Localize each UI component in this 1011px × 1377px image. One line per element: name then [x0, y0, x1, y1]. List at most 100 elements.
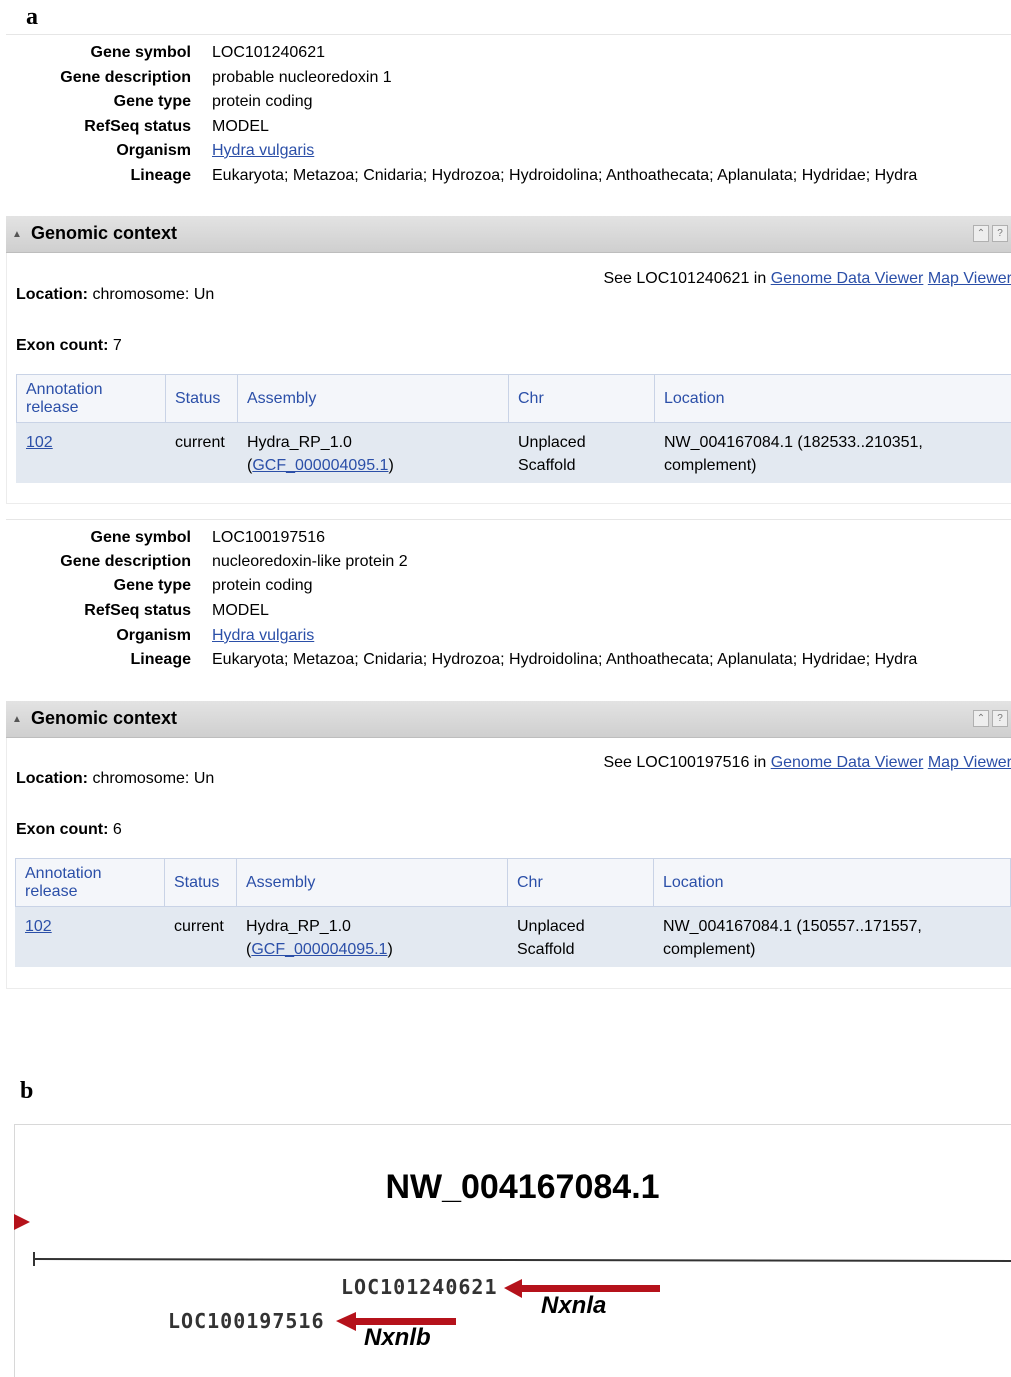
location-line: Location: chromosome: Un [16, 770, 214, 788]
summary-row-gene-symbol: Gene symbol LOC100197516 [6, 526, 1006, 550]
chr-line-1: Unplaced [517, 915, 644, 938]
genome-data-viewer-link[interactable]: Genome Data Viewer [771, 754, 924, 771]
value-gene-type: protein coding [212, 574, 313, 598]
summary-row-gene-type: Gene type protein coding [6, 90, 1006, 114]
assembly-name: Hydra_RP_1.0 [246, 915, 498, 938]
table-row: 102 current Hydra_RP_1.0 (GCF_000004095.… [16, 907, 1011, 968]
col-chr[interactable]: Chr [508, 859, 654, 907]
panel-label-a: a [26, 4, 38, 31]
col-annotation-release[interactable]: Annotation release [16, 859, 165, 907]
double-chevron-up-icon[interactable]: ⌃ [973, 710, 989, 727]
label-gene-description: Gene description [60, 550, 191, 574]
exon-count-line: Exon count: 6 [16, 821, 122, 839]
organism-link[interactable]: Hydra vulgaris [212, 624, 314, 648]
exon-count-label: Exon count: [16, 821, 108, 838]
assembly-accession-link[interactable]: GCF_000004095.1 [251, 941, 387, 958]
label-gene-symbol: Gene symbol [91, 41, 191, 65]
see-in-viewers: See LOC100197516 in Genome Data Viewer M… [603, 754, 1011, 772]
summary-row-organism: Organism Hydra vulgaris [6, 624, 1006, 648]
triangle-up-icon[interactable]: ▲ [12, 714, 22, 725]
gene-summary-block-2: Gene symbol LOC100197516 Gene descriptio… [6, 519, 1011, 990]
col-location[interactable]: Location [655, 375, 1011, 423]
double-chevron-up-icon[interactable]: ⌃ [973, 225, 989, 242]
col-location[interactable]: Location [654, 859, 1011, 907]
cell-release: 102 [16, 907, 165, 968]
locus-label-b: LOC100197516 [168, 1309, 325, 1333]
gene-summary-block-1: Gene symbol LOC101240621 Gene descriptio… [6, 34, 1011, 505]
label-organism: Organism [116, 624, 191, 648]
location-line-2: complement) [663, 938, 1002, 961]
genomic-context-header[interactable]: ▲ Genomic context ⌃ ? [6, 216, 1011, 253]
value-gene-description: probable nucleoredoxin 1 [212, 66, 392, 90]
organism-link[interactable]: Hydra vulgaris [212, 139, 314, 163]
assembly-accession: (GCF_000004095.1) [247, 454, 499, 477]
cell-assembly: Hydra_RP_1.0 (GCF_000004095.1) [237, 907, 508, 968]
exon-count-label: Exon count: [16, 337, 108, 354]
value-gene-symbol: LOC101240621 [212, 41, 325, 65]
cell-status: current [165, 907, 237, 968]
summary-row-refseq-status: RefSeq status MODEL [6, 115, 1006, 139]
section-title: Genomic context [31, 708, 177, 729]
release-link[interactable]: 102 [25, 918, 52, 935]
assembly-accession: (GCF_000004095.1) [246, 938, 498, 961]
section-title: Genomic context [31, 223, 177, 244]
table-header-row: Annotation release Status Assembly Chr L… [17, 375, 1011, 423]
col-assembly[interactable]: Assembly [237, 859, 508, 907]
col-status[interactable]: Status [166, 375, 238, 423]
summary-row-refseq-status: RefSeq status MODEL [6, 599, 1006, 623]
exon-count-line: Exon count: 7 [16, 337, 122, 355]
assembly-name: Hydra_RP_1.0 [247, 431, 499, 454]
summary-row-gene-description: Gene description probable nucleoredoxin … [6, 66, 1006, 90]
label-lineage: Lineage [131, 164, 191, 188]
chr-line-1: Unplaced [518, 431, 645, 454]
chr-line-2: Scaffold [517, 938, 644, 961]
value-gene-symbol: LOC100197516 [212, 526, 325, 550]
map-viewer-link[interactable]: Map Viewer [928, 270, 1011, 287]
location-value: chromosome: Un [88, 286, 214, 303]
col-assembly[interactable]: Assembly [238, 375, 509, 423]
col-status[interactable]: Status [165, 859, 237, 907]
summary-row-gene-symbol: Gene symbol LOC101240621 [6, 41, 1006, 65]
summary-row-lineage: Lineage Eukaryota; Metazoa; Cnidaria; Hy… [6, 648, 1006, 672]
location-value: chromosome: Un [88, 770, 214, 787]
cell-chr: Unplaced Scaffold [508, 907, 654, 968]
genome-data-viewer-link[interactable]: Genome Data Viewer [771, 270, 924, 287]
value-refseq-status: MODEL [212, 599, 269, 623]
label-gene-symbol: Gene symbol [91, 526, 191, 550]
location-line-1: NW_004167084.1 (182533..210351, [664, 431, 1003, 454]
value-lineage: Eukaryota; Metazoa; Cnidaria; Hydrozoa; … [212, 648, 917, 672]
table-header-row: Annotation release Status Assembly Chr L… [16, 859, 1011, 907]
label-gene-type: Gene type [114, 90, 191, 114]
see-in-text: See LOC101240621 in [603, 270, 770, 287]
table-row: 102 current Hydra_RP_1.0 (GCF_000004095.… [17, 423, 1011, 484]
question-icon[interactable]: ? [992, 225, 1008, 242]
genome-view [14, 1124, 1011, 1377]
location-label: Location: [16, 770, 88, 787]
locus-label-a: LOC101240621 [341, 1275, 498, 1299]
release-link[interactable]: 102 [26, 434, 53, 451]
map-viewer-link[interactable]: Map Viewer [928, 754, 1011, 771]
exon-count-value: 7 [108, 337, 121, 354]
col-annotation-release[interactable]: Annotation release [17, 375, 166, 423]
triangle-up-icon[interactable]: ▲ [12, 229, 22, 240]
summary-row-gene-type: Gene type protein coding [6, 574, 1006, 598]
cell-chr: Unplaced Scaffold [509, 423, 655, 484]
genomic-context-body: See LOC101240621 in Genome Data Viewer M… [6, 253, 1011, 504]
cell-status: current [166, 423, 238, 484]
annotation-table: Annotation release Status Assembly Chr L… [16, 374, 1011, 483]
paren-close: ) [387, 941, 392, 958]
label-refseq-status: RefSeq status [84, 599, 191, 623]
col-chr[interactable]: Chr [509, 375, 655, 423]
cell-release: 102 [17, 423, 166, 484]
question-icon[interactable]: ? [992, 710, 1008, 727]
location-line-2: complement) [664, 454, 1003, 477]
see-in-viewers: See LOC101240621 in Genome Data Viewer M… [603, 270, 1011, 288]
genomic-context-header[interactable]: ▲ Genomic context ⌃ ? [6, 701, 1011, 738]
value-lineage: Eukaryota; Metazoa; Cnidaria; Hydrozoa; … [212, 164, 917, 188]
gene-name-b: Nxnlb [364, 1324, 431, 1352]
cell-assembly: Hydra_RP_1.0 (GCF_000004095.1) [238, 423, 509, 484]
gene-name-a: Nxnla [541, 1292, 606, 1320]
summary-row-gene-description: Gene description nucleoredoxin-like prot… [6, 550, 1006, 574]
cell-location: NW_004167084.1 (182533..210351, compleme… [655, 423, 1011, 484]
assembly-accession-link[interactable]: GCF_000004095.1 [252, 457, 388, 474]
